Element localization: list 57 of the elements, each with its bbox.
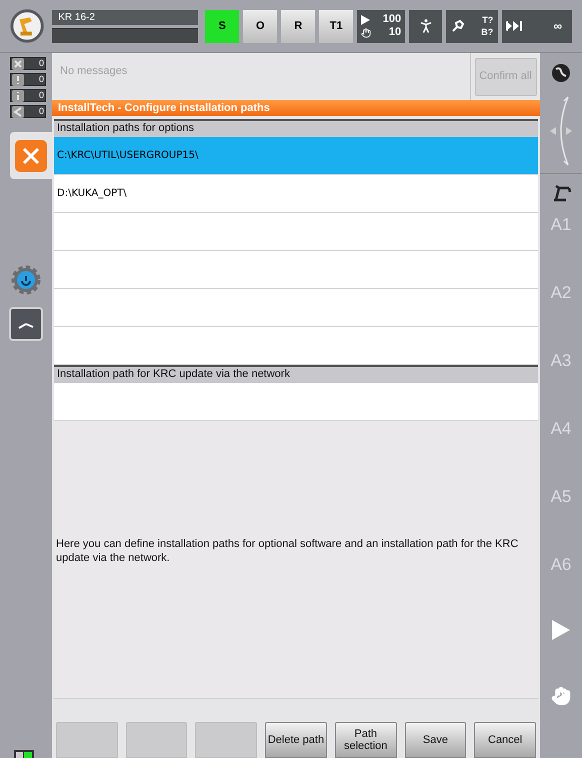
empty-row[interactable] <box>54 251 538 289</box>
hand-icon[interactable] <box>551 686 571 706</box>
mode-button[interactable]: T1 <box>319 10 354 42</box>
messages-text: No messages <box>59 64 128 79</box>
empty-row[interactable] <box>54 327 538 365</box>
section-header: Installation paths for options <box>54 119 538 137</box>
override-panel[interactable]: 100 10 <box>357 10 406 42</box>
counter-value: 0 <box>38 56 44 70</box>
jog-mode-button[interactable] <box>409 10 442 42</box>
error-icon <box>12 58 24 70</box>
softkey-button[interactable]: Cancel <box>474 722 536 758</box>
robot-name-field: KR 16-2 <box>52 10 198 24</box>
description-text: Here you can define installation paths for optional software and an installation path for the KRC update via the network. <box>56 537 520 565</box>
info-icon <box>12 90 24 102</box>
wait-icon <box>12 106 24 118</box>
close-icon <box>15 140 47 172</box>
counter-value: 0 <box>38 72 44 86</box>
window-title: InstallTech - Configure installation paths <box>52 100 540 116</box>
update-path-field[interactable] <box>54 383 538 421</box>
tool-label: T? <box>482 14 494 26</box>
empty-softkey <box>126 722 188 758</box>
counter-value: 0 <box>38 88 44 102</box>
status-indicator-icon <box>14 750 34 758</box>
close-tab[interactable] <box>10 132 52 179</box>
softkey-button[interactable]: Save <box>404 722 466 758</box>
play-icon <box>361 14 370 24</box>
robot-logo-icon[interactable] <box>10 8 44 44</box>
path-row[interactable]: C:\KRC\UTIL\USERGROUP15\ <box>54 137 538 175</box>
hand-icon <box>361 28 372 38</box>
softkey-button[interactable]: Delete path <box>265 722 327 758</box>
softkey-button[interactable]: Path selection <box>334 722 397 758</box>
message-counter[interactable]: 0 <box>10 105 46 118</box>
settings-icon[interactable] <box>11 265 41 295</box>
jog-override: 10 <box>388 26 402 39</box>
section-header: Installation path for KRC update via the network <box>54 365 538 383</box>
empty-softkey <box>56 722 118 758</box>
base-label: B? <box>481 26 494 38</box>
skip-forward-icon <box>506 21 524 31</box>
run-mode-panel[interactable]: ∞ <box>502 10 572 42</box>
tool-base-panel[interactable]: T? B? <box>446 10 498 42</box>
tool-icon <box>451 19 466 33</box>
empty-row[interactable] <box>54 289 538 327</box>
mode-button[interactable]: O <box>243 10 278 42</box>
message-counter[interactable]: 0 <box>10 57 46 70</box>
empty-softkey <box>195 722 258 758</box>
warning-icon <box>12 74 24 86</box>
message-counter[interactable]: 0 <box>10 73 46 86</box>
mode-button[interactable]: S <box>205 10 240 42</box>
jog-arrows-icon[interactable] <box>548 95 574 167</box>
run-mode-label: ∞ <box>553 18 562 35</box>
mode-button[interactable]: R <box>281 10 316 42</box>
play-icon[interactable] <box>552 620 570 640</box>
program-override: 100 <box>382 13 402 26</box>
empty-row[interactable] <box>54 213 538 251</box>
message-counter[interactable]: 0 <box>10 89 46 102</box>
path-row[interactable]: D:\KUKA_OPT\ <box>54 175 538 213</box>
counter-value: 0 <box>38 104 44 118</box>
